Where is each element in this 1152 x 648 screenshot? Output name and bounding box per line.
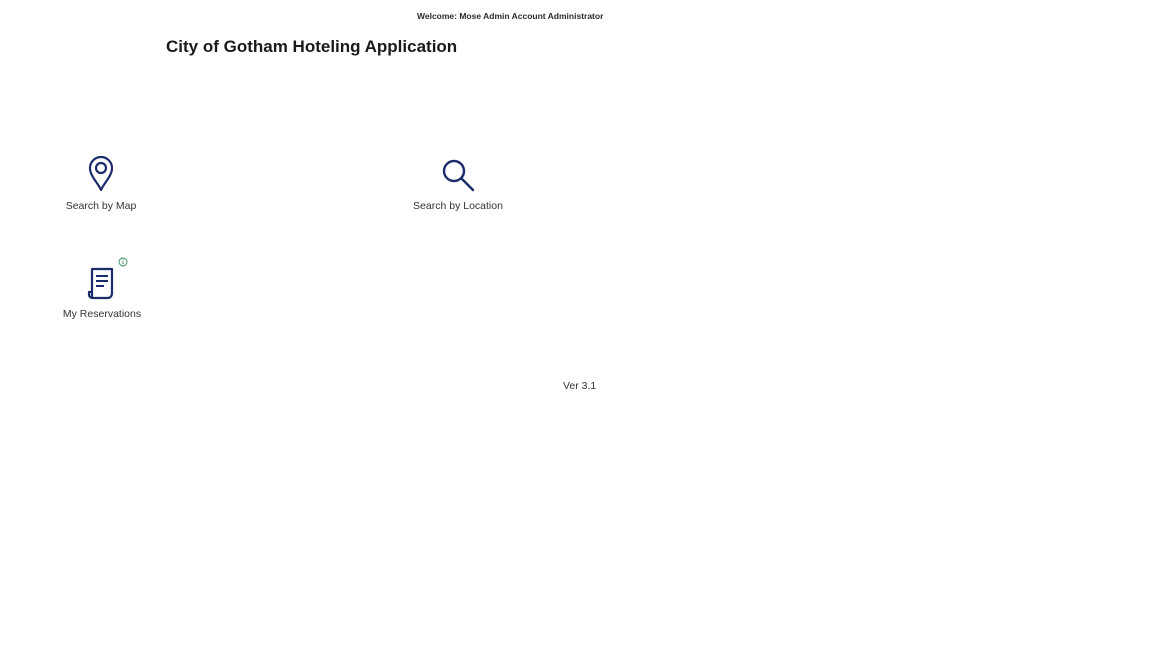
version-label: Ver 3.1	[563, 380, 597, 392]
home-page: Welcome: Mose Admin Account Administrato…	[0, 0, 1152, 648]
search-icon	[442, 159, 475, 192]
search-by-location-label: Search by Location	[413, 200, 503, 212]
search-by-map-icon-wrap	[36, 148, 166, 192]
my-reservations-icon-wrap	[37, 256, 167, 300]
receipt-icon	[87, 267, 114, 300]
page-title: City of Gotham Hoteling Application	[166, 37, 458, 56]
search-by-location-icon-wrap	[393, 146, 523, 192]
map-pin-icon	[88, 156, 114, 192]
info-icon[interactable]	[118, 257, 128, 267]
search-by-map-label: Search by Map	[65, 200, 137, 212]
search-by-location-tile[interactable]: Search by Location	[393, 146, 523, 212]
welcome-message: Welcome: Mose Admin Account Administrato…	[417, 11, 604, 21]
search-by-map-tile[interactable]: Search by Map	[36, 148, 166, 212]
my-reservations-tile[interactable]: My Reservations	[37, 256, 167, 320]
my-reservations-label: My Reservations	[62, 308, 142, 320]
